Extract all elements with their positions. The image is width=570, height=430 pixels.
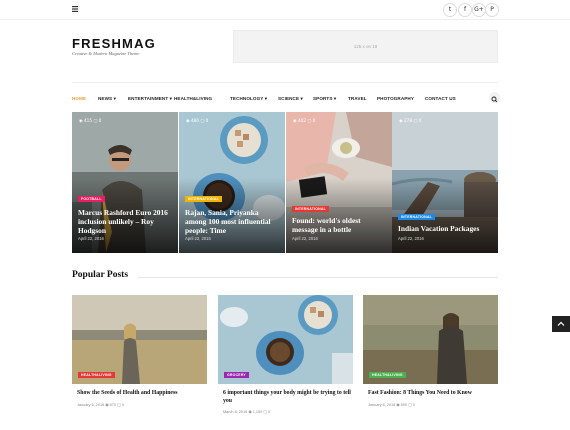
comment-count: 0 [312,118,316,123]
post-stats: ◉ 480 ▢ 0 [186,118,208,123]
comment-count: 0 [267,410,271,414]
post-date: January 6, 2016 [368,403,396,407]
view-count: 278 [404,118,412,123]
post-stats: ◉ 278 ▢ 0 [399,118,421,123]
google-plus-icon[interactable]: G+ [472,3,486,17]
scroll-top-button[interactable] [552,316,570,332]
section-divider [138,277,498,278]
nav-contact[interactable]: CONTACT US [425,96,456,101]
post-date: March 8, 2016 [223,410,248,414]
popular-post-meta: March 8, 2016 ◉ 1,150 ▢ 0 [223,409,270,414]
site-logo[interactable]: FRESHMAG [72,36,156,51]
comment-icon: ▢ [199,118,206,123]
search-button[interactable] [489,92,500,103]
post-title[interactable]: Indian Vacation Packages [398,224,494,233]
post-stats: ◉ 402 ▢ 0 [293,118,315,123]
post-date: April 22, 2016 [292,236,318,241]
view-count: 415 [84,118,92,123]
view-count: 480 [191,118,199,123]
nav-health-living[interactable]: HEALTH&LIVING [174,96,212,101]
popular-post-title[interactable]: 6 important things your body might be tr… [223,390,361,405]
top-bar: t f G+ P [0,0,570,20]
nav-entertainment-label: ENTERTAINMENT [128,96,169,101]
post-image [363,295,498,384]
nav-science[interactable]: SCIENCE ▾ [278,96,303,102]
chevron-down-icon: ▾ [168,96,173,101]
menu-icon[interactable] [72,6,78,12]
category-badge[interactable]: INTERNATIONAL [185,196,222,202]
nav-technology-label: TECHNOLOGY [230,96,264,101]
nav-travel[interactable]: TRAVEL [348,96,367,101]
nav-news-label: NEWS [98,96,113,101]
popular-post-meta: January 6, 2016 ◉ 590 ▢ 0 [368,402,415,407]
post-date: April 22, 2016 [78,236,104,241]
category-badge[interactable]: GROCERY [224,372,249,378]
post-image [218,295,353,384]
featured-post-4[interactable]: ◉ 278 ▢ 0 INTERNATIONAL Indian Vacation … [392,112,498,253]
comment-count: 0 [418,118,422,123]
post-date: April 22, 2016 [185,236,211,241]
pinterest-icon[interactable]: P [485,3,499,17]
popular-post-2[interactable]: GROCERY [218,295,353,384]
ad-banner[interactable]: 125 x on 18 [233,30,498,63]
post-date: April 22, 2016 [398,236,424,241]
post-image [72,295,207,384]
site-tagline: Creative & Modern Magazine Theme [72,51,140,56]
comment-count: 0 [98,118,102,123]
featured-post-2[interactable]: ◉ 480 ▢ 0 INTERNATIONAL Rajan, Sania, Pr… [179,112,285,253]
facebook-icon[interactable]: f [458,3,472,17]
popular-post-title[interactable]: Fast Fashion: 8 Things You Need to Know [368,390,506,398]
search-icon [491,96,498,103]
popular-post-title[interactable]: Show the Seeds of Health and Happiness [77,390,215,398]
comment-count: 0 [121,403,124,407]
nav-news[interactable]: NEWS ▾ [98,96,116,102]
twitter-icon[interactable]: t [443,3,457,17]
chevron-down-icon: ▾ [112,96,116,101]
popular-post-3[interactable]: HEALTH&LIVING [363,295,498,384]
category-badge[interactable]: FOOTBALL [78,196,105,202]
nav-entertainment[interactable]: ENTERTAINMENT ▾ [128,96,172,102]
chevron-down-icon: ▾ [332,96,337,101]
category-badge[interactable]: INTERNATIONAL [292,206,329,212]
nav-home[interactable]: HOME [72,96,86,101]
featured-post-1[interactable]: ◉ 415 ▢ 0 FOOTBALL Marcus Rashford Euro … [72,112,178,253]
chevron-up-icon [557,321,565,326]
nav-technology[interactable]: TECHNOLOGY ▾ [230,96,267,102]
post-title[interactable]: Found: world's oldest message in a bottl… [292,216,388,234]
nav-science-label: SCIENCE [278,96,300,101]
comment-icon: ▢ [412,118,419,123]
popular-post-1[interactable]: HEALTH&LIVING [72,295,207,384]
featured-post-3[interactable]: ◉ 402 ▢ 0 INTERNATIONAL Found: world's o… [286,112,392,253]
category-badge[interactable]: HEALTH&LIVING [369,372,406,378]
post-stats: ◉ 415 ▢ 0 [79,118,101,123]
category-badge[interactable]: HEALTH&LIVING [78,372,115,378]
post-date: January 6, 2016 [77,403,105,407]
post-title[interactable]: Rajan, Sania, Priyanka among 100 most in… [185,208,281,235]
nav-sports[interactable]: SPORTS ▾ [313,96,336,102]
comment-icon: ▢ [306,118,313,123]
nav-sports-label: SPORTS [313,96,333,101]
section-title: Popular Posts [72,270,129,280]
comment-count: 0 [412,403,415,407]
category-badge[interactable]: INTERNATIONAL [398,214,435,220]
comment-icon: ▢ [92,118,99,123]
view-count: 1,150 [252,410,263,414]
chevron-down-icon: ▾ [299,96,303,101]
popular-post-meta: January 6, 2016 ◉ 870 ▢ 0 [77,402,124,407]
comment-count: 0 [205,118,209,123]
post-title[interactable]: Marcus Rashford Euro 2016 inclusion unli… [78,208,174,235]
chevron-down-icon: ▾ [263,96,268,101]
view-count: 402 [298,118,306,123]
main-nav: HOME NEWS ▾ ENTERTAINMENT ▾ HEALTH&LIVIN… [72,82,500,114]
nav-photography[interactable]: PHOTOGRAPHY [377,96,414,101]
